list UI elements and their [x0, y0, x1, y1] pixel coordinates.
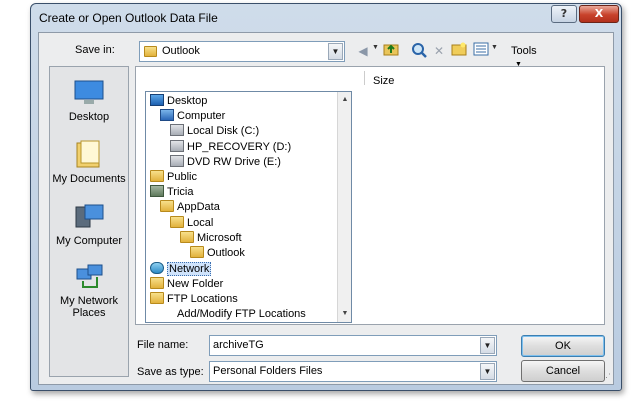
title-bar[interactable]: Create or Open Outlook Data File ? X — [31, 4, 621, 32]
save-as-type-select[interactable]: Personal Folders Files ▼ — [209, 361, 497, 382]
chevron-down-icon[interactable]: ▼ — [480, 363, 495, 380]
column-divider[interactable] — [364, 71, 365, 85]
back-dropdown-icon[interactable]: ▼ — [372, 44, 379, 51]
file-name-value: archiveTG — [213, 339, 264, 351]
place-my-computer[interactable]: My Computer — [50, 203, 128, 247]
folder-icon — [150, 292, 164, 304]
drive-icon — [170, 140, 184, 152]
user-folder-icon — [150, 185, 164, 197]
ok-button[interactable]: OK — [521, 335, 605, 357]
chevron-down-icon[interactable]: ▼ — [480, 337, 495, 354]
dropdown-scrollbar[interactable]: ▲ ▼ — [337, 92, 351, 322]
my-network-places-icon — [76, 264, 103, 288]
cancel-button[interactable]: Cancel — [521, 360, 605, 382]
dialog-title: Create or Open Outlook Data File — [39, 11, 218, 25]
place-label: My Documents — [52, 173, 126, 185]
desktop-icon — [74, 80, 104, 104]
list-item[interactable]: FTP Locations — [150, 292, 238, 307]
folder-icon — [170, 216, 184, 228]
save-in-combo[interactable]: Outlook ▼ — [139, 41, 345, 62]
folder-icon — [190, 246, 204, 258]
desktop-icon — [150, 94, 164, 106]
folder-icon — [160, 200, 174, 212]
my-computer-icon — [75, 204, 104, 228]
drive-icon — [170, 124, 184, 136]
size-column-header[interactable]: Size — [373, 75, 394, 87]
places-bar: Desktop My Documents My Computer My Netw… — [49, 66, 129, 377]
save-in-value: Outlook — [162, 45, 200, 57]
resize-grip-icon[interactable]: ⋰ — [602, 372, 611, 383]
list-item-selected[interactable]: Network — [150, 262, 212, 277]
list-item[interactable]: Local — [170, 216, 213, 231]
help-button[interactable]: ? — [551, 5, 577, 23]
list-item[interactable]: AppData — [160, 200, 220, 215]
place-desktop[interactable]: Desktop — [50, 79, 128, 123]
place-my-network-places[interactable]: My Network Places — [50, 263, 128, 319]
back-icon[interactable]: ◀ — [354, 42, 372, 60]
search-web-icon[interactable] — [410, 42, 428, 60]
computer-icon — [160, 109, 174, 121]
dialog-client-area: Save in: Outlook ▼ ◀ ▼ ✕ ▼ Tools ▼ Deskt… — [38, 32, 614, 385]
folder-icon — [180, 231, 194, 243]
place-my-documents[interactable]: My Documents — [50, 139, 128, 185]
file-name-field[interactable]: archiveTG ▼ — [209, 335, 497, 356]
place-label: Desktop — [68, 111, 110, 123]
folder-icon — [144, 46, 157, 57]
delete-icon[interactable]: ✕ — [430, 42, 448, 60]
save-as-type-label: Save as type: — [137, 366, 204, 378]
new-folder-icon[interactable] — [450, 42, 468, 60]
tools-label: Tools — [511, 45, 537, 57]
list-item[interactable]: Microsoft — [180, 231, 242, 246]
list-item[interactable]: Outlook — [190, 246, 245, 261]
list-item[interactable]: Tricia — [150, 185, 193, 200]
list-item[interactable]: Computer — [160, 109, 225, 124]
list-item[interactable]: HP_RECOVERY (D:) — [170, 140, 291, 155]
list-item[interactable]: Public — [150, 170, 197, 185]
save-as-type-value: Personal Folders Files — [213, 365, 323, 377]
chevron-down-icon[interactable]: ▼ — [328, 43, 343, 60]
list-item[interactable]: Add/Modify FTP Locations — [177, 307, 306, 322]
scroll-up-icon[interactable]: ▲ — [339, 93, 351, 107]
save-in-label: Save in: — [75, 44, 115, 56]
place-label: My Network Places — [59, 295, 119, 319]
scroll-down-icon[interactable]: ▼ — [339, 307, 351, 321]
save-in-dropdown-list[interactable]: Desktop Computer Local Disk (C:) HP_RECO… — [145, 91, 352, 323]
close-button[interactable]: X — [579, 5, 619, 23]
dvd-drive-icon — [170, 155, 184, 167]
my-documents-icon — [76, 140, 100, 168]
network-icon — [150, 262, 164, 274]
dialog-window: Create or Open Outlook Data File ? X Sav… — [30, 3, 622, 391]
file-name-label: File name: — [137, 339, 189, 351]
views-icon[interactable] — [472, 42, 490, 60]
list-item[interactable]: DVD RW Drive (E:) — [170, 155, 281, 170]
up-folder-icon[interactable] — [382, 42, 400, 60]
place-label: My Computer — [55, 235, 123, 247]
list-item[interactable]: Desktop — [150, 94, 207, 109]
folder-icon — [150, 170, 164, 182]
folder-icon — [150, 277, 164, 289]
views-dropdown-icon[interactable]: ▼ — [491, 44, 498, 51]
list-item[interactable]: Local Disk (C:) — [170, 124, 259, 139]
list-item[interactable]: New Folder — [150, 277, 223, 292]
